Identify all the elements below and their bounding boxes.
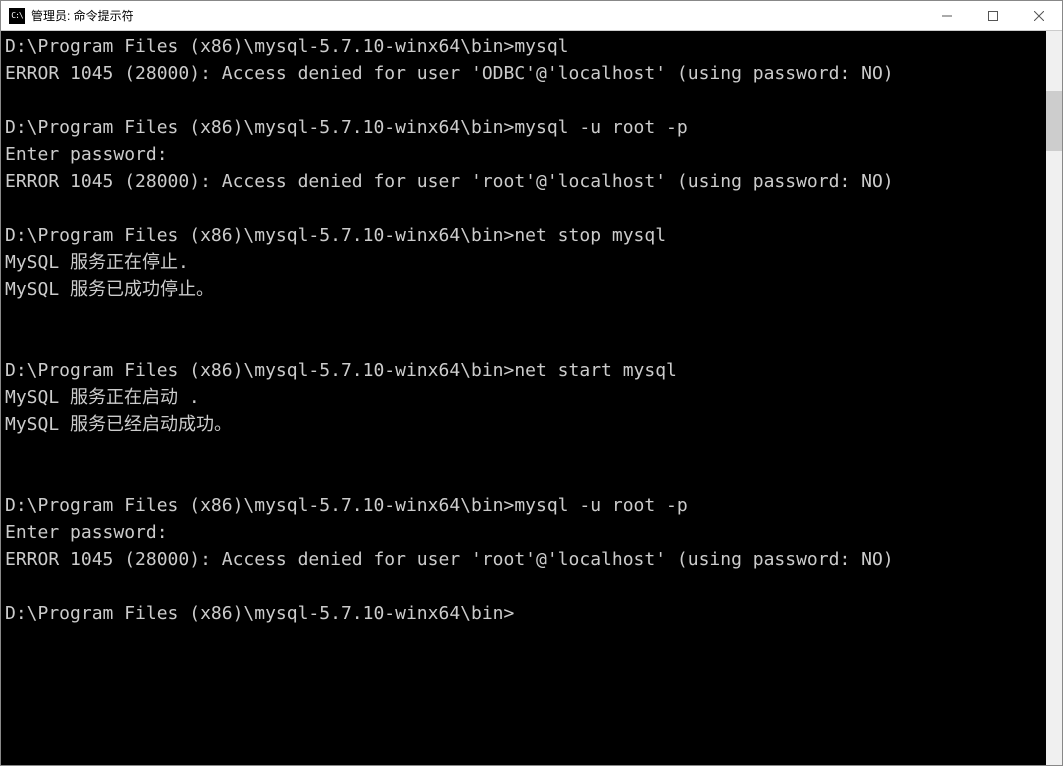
cursor — [514, 604, 524, 624]
terminal-line: D:\Program Files (x86)\mysql-5.7.10-winx… — [5, 222, 1042, 249]
titlebar[interactable]: C:\ 管理员: 命令提示符 — [1, 1, 1062, 31]
terminal-line — [5, 573, 1042, 600]
minimize-button[interactable] — [924, 1, 970, 30]
terminal-line — [5, 465, 1042, 492]
terminal-line: Enter password: — [5, 519, 1042, 546]
close-button[interactable] — [1016, 1, 1062, 30]
terminal-line: D:\Program Files (x86)\mysql-5.7.10-winx… — [5, 600, 1042, 627]
terminal-line: ERROR 1045 (28000): Access denied for us… — [5, 168, 1042, 195]
window-controls — [924, 1, 1062, 30]
maximize-button[interactable] — [970, 1, 1016, 30]
terminal-line: MySQL 服务已经启动成功。 — [5, 411, 1042, 438]
terminal-line: D:\Program Files (x86)\mysql-5.7.10-winx… — [5, 357, 1042, 384]
terminal-line: MySQL 服务正在停止. — [5, 249, 1042, 276]
scrollbar-thumb[interactable] — [1046, 91, 1062, 151]
command-prompt-window: C:\ 管理员: 命令提示符 D:\Program Files (x86)\my… — [0, 0, 1063, 766]
terminal-line: Enter password: — [5, 141, 1042, 168]
terminal-line: ERROR 1045 (28000): Access denied for us… — [5, 60, 1042, 87]
terminal-line: D:\Program Files (x86)\mysql-5.7.10-winx… — [5, 33, 1042, 60]
terminal-line — [5, 303, 1042, 330]
cmd-icon: C:\ — [9, 8, 25, 24]
terminal-line — [5, 330, 1042, 357]
terminal-line — [5, 195, 1042, 222]
terminal-line: MySQL 服务已成功停止。 — [5, 276, 1042, 303]
terminal-line — [5, 87, 1042, 114]
terminal-line — [5, 438, 1042, 465]
window-title: 管理员: 命令提示符 — [31, 7, 924, 24]
terminal-line: D:\Program Files (x86)\mysql-5.7.10-winx… — [5, 492, 1042, 519]
terminal-output[interactable]: D:\Program Files (x86)\mysql-5.7.10-winx… — [1, 31, 1046, 765]
terminal-line: MySQL 服务正在启动 . — [5, 384, 1042, 411]
terminal-wrapper: D:\Program Files (x86)\mysql-5.7.10-winx… — [1, 31, 1062, 765]
terminal-line: D:\Program Files (x86)\mysql-5.7.10-winx… — [5, 114, 1042, 141]
scrollbar-vertical[interactable] — [1046, 31, 1062, 765]
terminal-line: ERROR 1045 (28000): Access denied for us… — [5, 546, 1042, 573]
